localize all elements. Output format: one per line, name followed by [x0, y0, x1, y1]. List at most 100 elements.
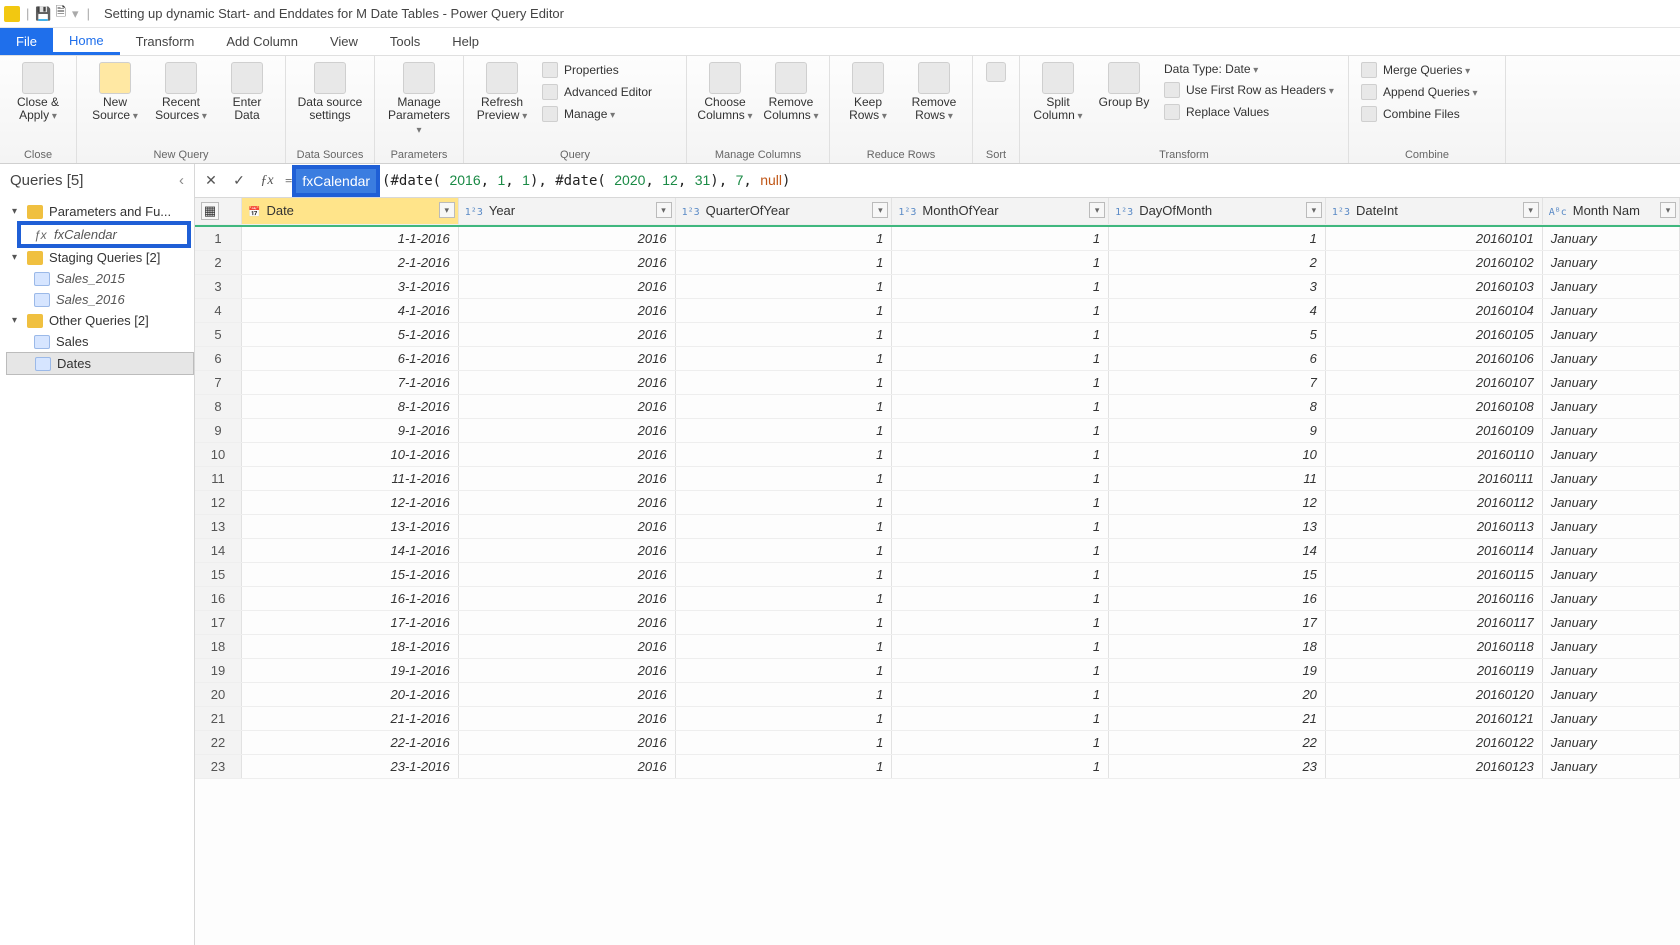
cell-quarter[interactable]: 1 — [675, 275, 892, 299]
cell-monthname[interactable]: January — [1542, 395, 1679, 419]
row-number[interactable]: 21 — [195, 707, 242, 731]
cell-monthname[interactable]: January — [1542, 251, 1679, 275]
cell-month[interactable]: 1 — [892, 731, 1109, 755]
cell-dateint[interactable]: 20160107 — [1325, 371, 1542, 395]
column-header-month nam[interactable]: AᴮcMonth Nam▾ — [1542, 198, 1679, 224]
cell-day[interactable]: 20 — [1109, 683, 1326, 707]
cell-dateint[interactable]: 20160109 — [1325, 419, 1542, 443]
column-header-monthofyear[interactable]: 1²3MonthOfYear▾ — [892, 198, 1109, 224]
cell-month[interactable]: 1 — [892, 251, 1109, 275]
cell-monthname[interactable]: January — [1542, 491, 1679, 515]
row-number[interactable]: 12 — [195, 491, 242, 515]
filter-dropdown-icon[interactable]: ▾ — [1089, 202, 1105, 218]
filter-dropdown-icon[interactable]: ▾ — [1306, 202, 1322, 218]
column-header-year[interactable]: 1²3Year▾ — [458, 198, 675, 224]
recent-sources-button[interactable]: Recent Sources — [151, 60, 211, 125]
group-by-button[interactable]: Group By — [1094, 60, 1154, 111]
merge-queries-button[interactable]: Merge Queries — [1357, 60, 1497, 80]
cell-dateint[interactable]: 20160110 — [1325, 443, 1542, 467]
cell-quarter[interactable]: 1 — [675, 299, 892, 323]
cell-date[interactable]: 20-1-2016 — [242, 683, 459, 707]
cell-monthname[interactable]: January — [1542, 731, 1679, 755]
cell-dateint[interactable]: 20160112 — [1325, 491, 1542, 515]
table-row[interactable]: 11-1-2016201611120160101January — [195, 227, 1680, 251]
first-row-headers-button[interactable]: Use First Row as Headers — [1160, 80, 1340, 100]
cell-day[interactable]: 17 — [1109, 611, 1326, 635]
group-staging-queries[interactable]: Staging Queries [2] — [6, 247, 194, 268]
cell-quarter[interactable]: 1 — [675, 611, 892, 635]
row-number[interactable]: 4 — [195, 299, 242, 323]
cell-monthname[interactable]: January — [1542, 707, 1679, 731]
cell-dateint[interactable]: 20160121 — [1325, 707, 1542, 731]
table-row[interactable]: 33-1-2016201611320160103January — [195, 275, 1680, 299]
table-row[interactable]: 55-1-2016201611520160105January — [195, 323, 1680, 347]
manage-parameters-button[interactable]: Manage Parameters — [383, 60, 455, 139]
row-number[interactable]: 15 — [195, 563, 242, 587]
cell-year[interactable]: 2016 — [458, 395, 675, 419]
filter-dropdown-icon[interactable]: ▾ — [1660, 202, 1676, 218]
cell-quarter[interactable]: 1 — [675, 515, 892, 539]
cell-quarter[interactable]: 1 — [675, 227, 892, 251]
cell-day[interactable]: 9 — [1109, 419, 1326, 443]
properties-button[interactable]: Properties — [538, 60, 678, 80]
table-row[interactable]: 1212-1-20162016111220160112January — [195, 491, 1680, 515]
cell-monthname[interactable]: January — [1542, 563, 1679, 587]
fx-button[interactable]: ƒx — [257, 171, 277, 191]
cell-monthname[interactable]: January — [1542, 659, 1679, 683]
cell-year[interactable]: 2016 — [458, 683, 675, 707]
cell-day[interactable]: 1 — [1109, 227, 1326, 251]
column-header-date[interactable]: 📅Date▾ — [242, 198, 459, 224]
choose-columns-button[interactable]: Choose Columns — [695, 60, 755, 125]
cell-date[interactable]: 6-1-2016 — [242, 347, 459, 371]
cell-day[interactable]: 10 — [1109, 443, 1326, 467]
cell-quarter[interactable]: 1 — [675, 419, 892, 443]
cell-dateint[interactable]: 20160104 — [1325, 299, 1542, 323]
cell-month[interactable]: 1 — [892, 635, 1109, 659]
cell-month[interactable]: 1 — [892, 323, 1109, 347]
cell-date[interactable]: 4-1-2016 — [242, 299, 459, 323]
cell-quarter[interactable]: 1 — [675, 539, 892, 563]
table-row[interactable]: 1010-1-20162016111020160110January — [195, 443, 1680, 467]
cell-quarter[interactable]: 1 — [675, 323, 892, 347]
cell-day[interactable]: 11 — [1109, 467, 1326, 491]
remove-columns-button[interactable]: Remove Columns — [761, 60, 821, 125]
manage-query-button[interactable]: Manage — [538, 104, 678, 124]
cell-month[interactable]: 1 — [892, 491, 1109, 515]
cell-year[interactable]: 2016 — [458, 587, 675, 611]
cell-year[interactable]: 2016 — [458, 731, 675, 755]
cell-month[interactable]: 1 — [892, 539, 1109, 563]
row-number[interactable]: 18 — [195, 635, 242, 659]
cell-monthname[interactable]: January — [1542, 587, 1679, 611]
cell-quarter[interactable]: 1 — [675, 587, 892, 611]
cell-quarter[interactable]: 1 — [675, 563, 892, 587]
data-grid[interactable]: ▦ 📅Date▾1²3Year▾1²3QuarterOfYear▾1²3Mont… — [195, 198, 1680, 945]
filter-dropdown-icon[interactable]: ▾ — [656, 202, 672, 218]
cell-day[interactable]: 21 — [1109, 707, 1326, 731]
refresh-preview-button[interactable]: Refresh Preview — [472, 60, 532, 125]
cell-day[interactable]: 4 — [1109, 299, 1326, 323]
cell-year[interactable]: 2016 — [458, 299, 675, 323]
save-icon[interactable]: 💾 — [35, 6, 51, 22]
tab-tools[interactable]: Tools — [374, 28, 436, 55]
table-row[interactable]: 22-1-2016201611220160102January — [195, 251, 1680, 275]
tab-help[interactable]: Help — [436, 28, 495, 55]
cell-day[interactable]: 3 — [1109, 275, 1326, 299]
cell-dateint[interactable]: 20160117 — [1325, 611, 1542, 635]
cell-monthname[interactable]: January — [1542, 635, 1679, 659]
cell-dateint[interactable]: 20160105 — [1325, 323, 1542, 347]
cell-day[interactable]: 14 — [1109, 539, 1326, 563]
cell-dateint[interactable]: 20160102 — [1325, 251, 1542, 275]
tab-view[interactable]: View — [314, 28, 374, 55]
cell-quarter[interactable]: 1 — [675, 347, 892, 371]
data-source-settings-button[interactable]: Data source settings — [294, 60, 366, 124]
table-row[interactable]: 1414-1-20162016111420160114January — [195, 539, 1680, 563]
cell-day[interactable]: 23 — [1109, 755, 1326, 779]
table-row[interactable]: 2020-1-20162016112020160120January — [195, 683, 1680, 707]
cell-quarter[interactable]: 1 — [675, 731, 892, 755]
cell-date[interactable]: 13-1-2016 — [242, 515, 459, 539]
cell-day[interactable]: 8 — [1109, 395, 1326, 419]
row-number[interactable]: 7 — [195, 371, 242, 395]
new-source-button[interactable]: New Source — [85, 60, 145, 125]
cell-quarter[interactable]: 1 — [675, 467, 892, 491]
cell-date[interactable]: 14-1-2016 — [242, 539, 459, 563]
